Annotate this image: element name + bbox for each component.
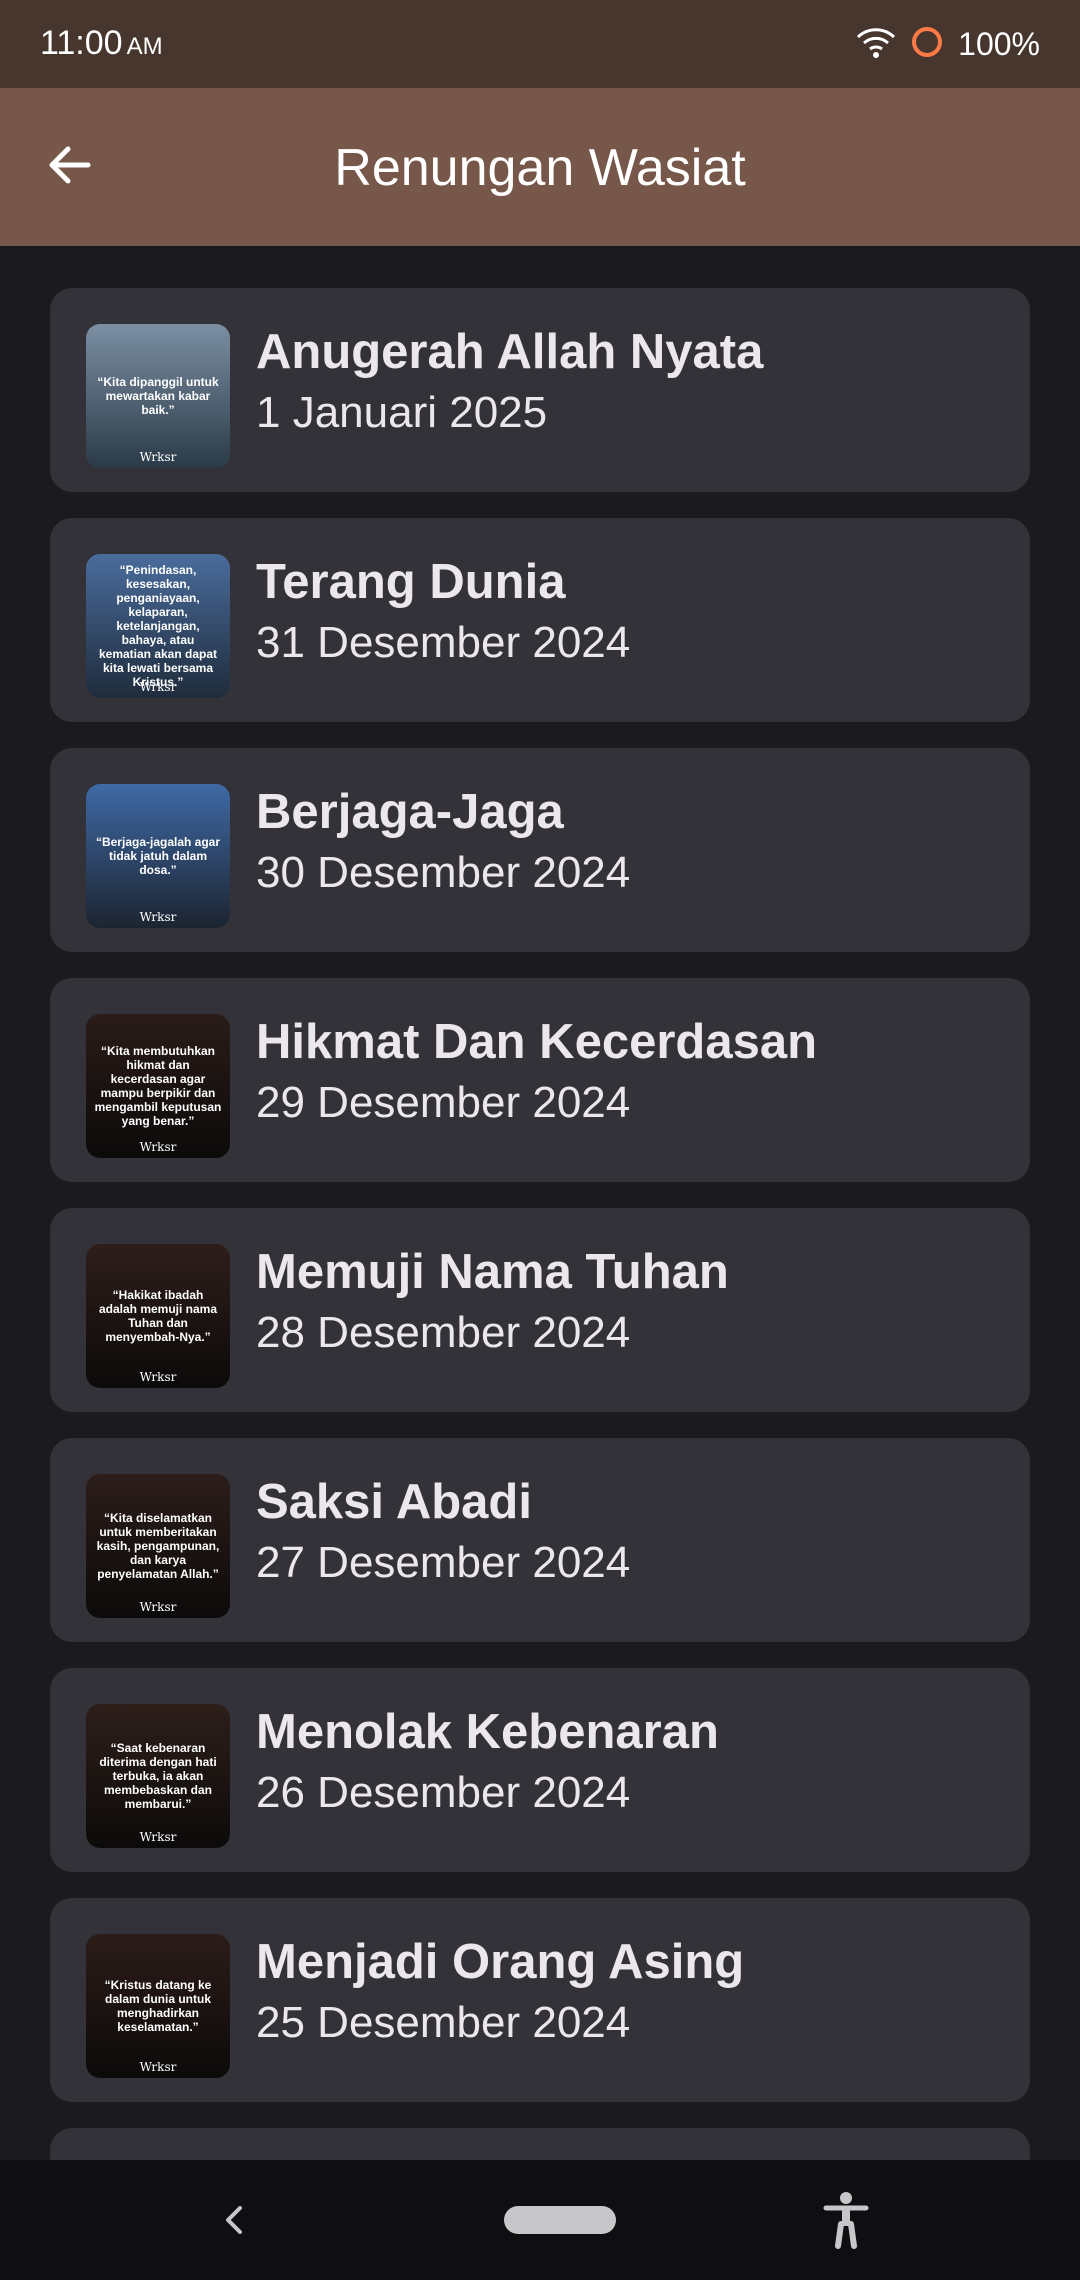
app-bar: Renungan Wasiat (0, 88, 1080, 246)
devotional-thumbnail: “Kita membutuhkan hikmat dan kecerdasan … (86, 1014, 230, 1158)
thumbnail-brand: Wrksr (139, 1140, 177, 1154)
list-item[interactable]: “Kristus datang ke dalam dunia untuk men… (50, 1898, 1030, 2102)
list-item[interactable]: “Berjaga-jagalah agar tidak jatuh dalam … (50, 748, 1030, 952)
list-item[interactable]: “Kita diselamatkan untuk memberitakan ka… (50, 1438, 1030, 1642)
thumbnail-quote: “Penindasan, kesesakan, penganiayaan, ke… (98, 563, 218, 689)
devotional-title: Berjaga-Jaga (256, 785, 564, 839)
navigation-bar (0, 2160, 1080, 2280)
status-time-ampm: AM (126, 33, 163, 60)
devotional-title: Terang Dunia (256, 555, 566, 609)
thumbnail-brand: Wrksr (139, 910, 177, 924)
devotional-thumbnail: “Kita dipanggil untuk mewartakan kabar b… (86, 324, 230, 468)
thumbnail-quote: “Kristus datang ke dalam dunia untuk men… (104, 1978, 212, 2034)
devotional-title: Saksi Abadi (256, 1475, 532, 1529)
thumbnail-quote: “Hakikat ibadah adalah memuji nama Tuhan… (98, 1288, 218, 1344)
devotional-date: 31 Desember 2024 (256, 618, 631, 667)
list-item[interactable] (50, 2128, 1030, 2160)
status-icons: 100% (856, 22, 1040, 66)
devotional-date: 26 Desember 2024 (256, 1768, 631, 1817)
devotional-title: Menjadi Orang Asing (256, 1935, 745, 1989)
devotional-date: 29 Desember 2024 (256, 1078, 631, 1127)
list-item[interactable]: “Saat kebenaran diterima dengan hati ter… (50, 1668, 1030, 1872)
devotional-date: 1 Januari 2025 (256, 388, 548, 437)
nav-back-icon[interactable] (212, 2198, 256, 2242)
thumbnail-quote: “Kita dipanggil untuk mewartakan kabar b… (97, 375, 219, 417)
thumbnail-quote: “Berjaga-jagalah agar tidak jatuh dalam … (95, 835, 221, 877)
devotional-thumbnail: “Kita diselamatkan untuk memberitakan ka… (86, 1474, 230, 1618)
home-pill-icon[interactable] (504, 2206, 616, 2234)
list-item[interactable]: “Hakikat ibadah adalah memuji nama Tuhan… (50, 1208, 1030, 1412)
status-bar: 11:00 AM 100% (0, 0, 1080, 88)
devotional-date: 28 Desember 2024 (256, 1308, 631, 1357)
status-time-value: 11:00 (40, 24, 123, 62)
page-title: Renungan Wasiat (334, 139, 746, 197)
list-item[interactable]: “Penindasan, kesesakan, penganiayaan, ke… (50, 518, 1030, 722)
thumbnail-brand: Wrksr (139, 680, 177, 694)
thumbnail-brand: Wrksr (139, 2060, 177, 2074)
devotional-thumbnail: “Penindasan, kesesakan, penganiayaan, ke… (86, 554, 230, 698)
devotional-date: 25 Desember 2024 (256, 1998, 631, 2047)
devotional-date: 27 Desember 2024 (256, 1538, 631, 1587)
devotional-date: 30 Desember 2024 (256, 848, 631, 897)
thumbnail-quote: “Kita membutuhkan hikmat dan kecerdasan … (94, 1044, 222, 1128)
thumbnail-quote: “Saat kebenaran diterima dengan hati ter… (99, 1741, 217, 1811)
devotional-title: Anugerah Allah Nyata (256, 325, 764, 379)
wifi-icon (856, 25, 896, 64)
thumbnail-quote: “Kita diselamatkan untuk memberitakan ka… (96, 1511, 220, 1581)
devotional-list[interactable]: “Kita dipanggil untuk mewartakan kabar b… (50, 288, 1030, 2160)
devotional-title: Hikmat Dan Kecerdasan (256, 1015, 818, 1069)
devotional-thumbnail: “Berjaga-jagalah agar tidak jatuh dalam … (86, 784, 230, 928)
devotional-thumbnail: “Hakikat ibadah adalah memuji nama Tuhan… (86, 1244, 230, 1388)
list-item[interactable]: “Kita dipanggil untuk mewartakan kabar b… (50, 288, 1030, 492)
thumbnail-brand: Wrksr (139, 450, 177, 464)
devotional-title: Menolak Kebenaran (256, 1705, 719, 1759)
thumbnail-brand: Wrksr (139, 1370, 177, 1384)
accessibility-icon[interactable] (822, 2190, 870, 2250)
devotional-title: Memuji Nama Tuhan (256, 1245, 729, 1299)
status-time: 11:00 AM (40, 24, 163, 63)
thumbnail-brand: Wrksr (139, 1830, 177, 1844)
thumbnail-brand: Wrksr (139, 1600, 177, 1614)
devotional-thumbnail: “Kristus datang ke dalam dunia untuk men… (86, 1934, 230, 2078)
list-item[interactable]: “Kita membutuhkan hikmat dan kecerdasan … (50, 978, 1030, 1182)
devotional-thumbnail: “Saat kebenaran diterima dengan hati ter… (86, 1704, 230, 1848)
battery-saver-icon (910, 25, 944, 64)
battery-percentage: 100% (958, 25, 1040, 62)
